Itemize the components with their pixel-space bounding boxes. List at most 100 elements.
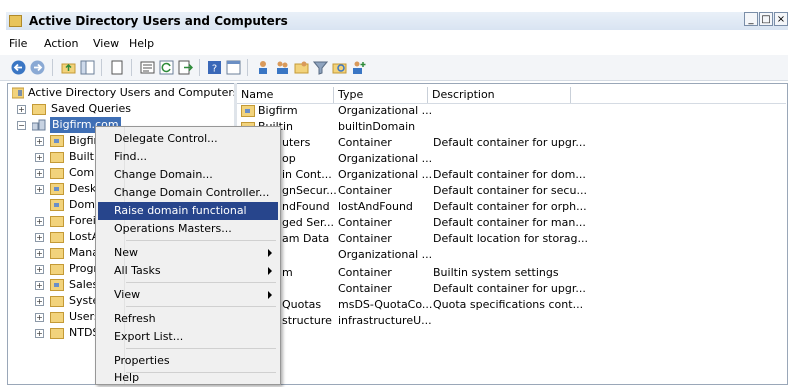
title-bar: Active Directory Users and Computers _ □… [0, 0, 788, 30]
list-row[interactable]: am Data Container Default location for s… [237, 231, 786, 247]
tree-item-label: Saved Queries [51, 102, 131, 115]
menu-view[interactable]: View [93, 37, 119, 50]
properties-icon[interactable] [140, 60, 155, 75]
row-name: uters [282, 136, 311, 149]
expand-icon[interactable]: + [35, 137, 44, 146]
list-row[interactable]: Builtin builtinDomain [237, 119, 786, 135]
menu-bar: File Action View Help [0, 32, 788, 52]
list-row[interactable]: Organizational ... [237, 247, 786, 263]
mmc-icon[interactable] [226, 60, 241, 75]
list-row[interactable]: op Organizational ... [237, 151, 786, 167]
submenu-arrow-icon [268, 249, 272, 257]
menu-file[interactable]: File [9, 37, 27, 50]
menu-item-find[interactable]: Find... [98, 148, 278, 166]
expand-icon[interactable]: + [35, 297, 44, 306]
row-name: ged Ser... [282, 216, 334, 229]
list-row[interactable]: ndFound lostAndFound Default container f… [237, 199, 786, 215]
row-name: ndFound [282, 200, 330, 213]
menu-item-delegate-control[interactable]: Delegate Control... [98, 130, 278, 148]
menu-action[interactable]: Action [44, 37, 78, 50]
filter-icon[interactable] [313, 60, 328, 75]
expand-icon[interactable]: + [35, 185, 44, 194]
menu-item-help[interactable]: Help [98, 367, 278, 385]
tree-item-label: Progr [69, 262, 98, 275]
menu-item-change-domain[interactable]: Change Domain... [98, 166, 278, 184]
folder-icon [32, 104, 46, 115]
menu-item-label: Export List... [114, 330, 184, 343]
menu-item-view[interactable]: View [98, 286, 278, 304]
row-name: Quotas [282, 298, 322, 311]
ou-folder-icon [241, 105, 255, 117]
expand-icon[interactable]: + [35, 313, 44, 322]
row-type: builtinDomain [338, 120, 416, 133]
expand-icon[interactable]: + [35, 153, 44, 162]
tree-item-saved-queries[interactable]: + Saved Queries [8, 101, 234, 117]
list-row[interactable]: Quotas msDS-QuotaCo... Quota specificati… [237, 297, 786, 313]
row-description: Default container for upgr... [433, 136, 586, 149]
menu-item-change-domain-controller[interactable]: Change Domain Controller... [98, 184, 278, 202]
expand-icon[interactable]: + [17, 105, 26, 114]
close-button[interactable]: × [774, 12, 788, 26]
list-row[interactable]: structure infrastructureU... [237, 313, 786, 329]
menu-item-raise-domain-functional-level[interactable]: Raise domain functional level... [98, 202, 278, 235]
new-group-icon[interactable] [275, 60, 290, 75]
add-to-group-icon[interactable] [351, 60, 366, 75]
menu-item-refresh[interactable]: Refresh [98, 310, 278, 328]
new-ou-icon[interactable] [294, 60, 309, 75]
row-type: Container [338, 266, 392, 279]
expand-icon[interactable]: + [35, 329, 44, 338]
list-row[interactable]: uters Container Default container for up… [237, 135, 786, 151]
row-name: Bigfirm [258, 104, 298, 117]
row-type: Container [338, 282, 392, 295]
menu-item-new[interactable]: New [98, 244, 278, 262]
menu-item-all-tasks[interactable]: All Tasks [98, 262, 278, 280]
expand-icon[interactable]: + [35, 217, 44, 226]
row-name: am Data [282, 232, 330, 245]
menu-item-label: Change Domain Controller... [114, 186, 270, 199]
up-folder-icon[interactable] [61, 60, 76, 75]
expand-icon[interactable]: + [35, 169, 44, 178]
folder-icon [50, 216, 64, 227]
ou-folder-icon [50, 135, 64, 147]
folder-icon [50, 232, 64, 243]
expand-icon[interactable]: + [35, 233, 44, 242]
minimize-button[interactable]: _ [744, 12, 758, 26]
expand-icon[interactable]: + [35, 265, 44, 274]
list-row[interactable]: Bigfirm Organizational ... [237, 103, 786, 119]
list-row[interactable]: m Container Builtin system settings [237, 265, 786, 281]
forward-arrow-icon[interactable] [30, 60, 45, 75]
list-row[interactable]: gnSecur... Container Default container f… [237, 183, 786, 199]
show-console-tree-icon[interactable] [80, 60, 95, 75]
row-name: op [282, 152, 296, 165]
list-row[interactable]: ged Ser... Container Default container f… [237, 215, 786, 231]
column-header-description[interactable]: Description [428, 87, 571, 103]
ou-folder-icon [50, 199, 64, 211]
menu-item-export-list[interactable]: Export List... [98, 328, 278, 346]
row-type: Organizational ... [338, 248, 433, 261]
refresh-icon[interactable] [159, 60, 174, 75]
back-arrow-icon[interactable] [11, 60, 26, 75]
toolbar: ? [0, 55, 788, 81]
export-list-icon[interactable] [178, 60, 193, 75]
menu-item-label: Delegate Control... [114, 132, 218, 145]
column-header-type[interactable]: Type [334, 87, 428, 103]
expand-icon[interactable]: + [35, 249, 44, 258]
copy-icon[interactable] [110, 60, 125, 75]
window-title: Active Directory Users and Computers [29, 14, 288, 28]
menu-help[interactable]: Help [129, 37, 154, 50]
find-icon[interactable] [332, 60, 347, 75]
collapse-icon[interactable]: − [17, 121, 26, 130]
row-type: msDS-QuotaCo... [338, 298, 433, 311]
list-row[interactable]: Container Default container for upgr... [237, 281, 786, 297]
new-user-icon[interactable] [256, 60, 271, 75]
column-header-name[interactable]: Name [237, 87, 334, 103]
maximize-button[interactable]: □ [759, 12, 773, 26]
row-description: Builtin system settings [433, 266, 559, 279]
menu-item-operations-masters[interactable]: Operations Masters... [98, 220, 278, 238]
tree-root-label: Active Directory Users and Computers [BF [28, 86, 261, 99]
details-list[interactable]: Name Type Description Bigfirm Organizati… [237, 83, 788, 385]
folder-icon [50, 264, 64, 275]
help-icon[interactable]: ? [207, 60, 222, 75]
expand-icon[interactable]: + [35, 281, 44, 290]
list-row[interactable]: in Cont... Organizational ... Default co… [237, 167, 786, 183]
